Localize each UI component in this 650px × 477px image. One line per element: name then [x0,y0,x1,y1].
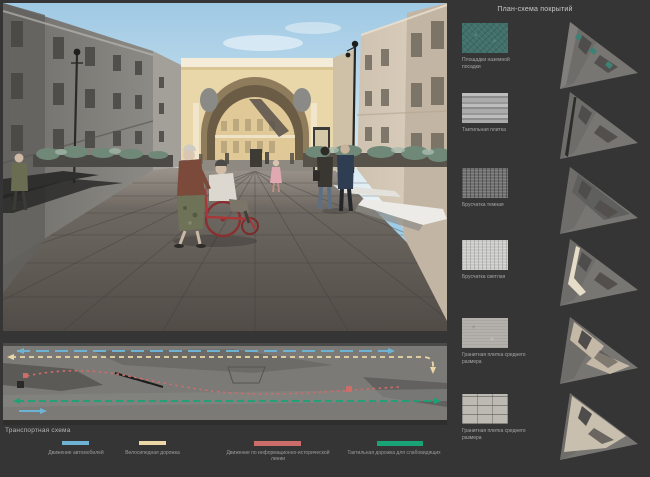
transport-scheme-title: Транспортная схема [5,427,71,434]
pavement-plan-title: План-схема покрытий [450,6,620,13]
plan-wedge [534,91,644,161]
material-label: Площадки наземной посадки [462,57,528,70]
material-swatch-granite-medium [462,318,508,348]
material-label: Гранитная плитка среднего размера [462,428,528,441]
legend-label-bicycle: Велосипедная дорожка [105,450,200,456]
render-scene [3,3,447,331]
material-swatch-granite-large [462,394,508,424]
legend-color-cars [62,441,89,445]
legend-color-historic [254,441,301,446]
plan-wedge [534,238,644,308]
material-swatch-tactile [462,93,508,123]
material-swatch-dark-cobble [462,168,508,198]
presentation-board: { "sidebar": { "title": "План-схема покр… [0,0,650,477]
material-label: Гранитная плитка среднего размера [462,352,528,365]
cloud [223,35,303,51]
plan-wedge [534,21,644,91]
arch-trophy [200,88,218,112]
legend-color-bicycle [139,441,166,445]
material-label: Брусчатка светлая [462,274,528,281]
plan-wedge [534,166,644,236]
plan-wedge [534,316,644,386]
plan-wedge [534,392,644,462]
material-swatch-planting [462,23,508,53]
material-label: Тактильная плитка [462,127,528,134]
material-swatch-light-cobble [462,240,508,270]
material-row-tactile: Тактильная плитка [450,93,650,165]
arch-trophy [293,88,311,112]
transport-scheme-svg [3,343,447,425]
material-label: Брусчатка темная [462,202,528,209]
transport-scheme-plan [3,343,447,425]
material-row-light-cobble: Брусчатка светлая [450,240,650,312]
street-perspective-render [3,3,447,331]
legend-color-tactile [377,441,423,446]
material-row-granite-medium: Гранитная плитка среднего размера [450,318,650,390]
cloud [285,22,341,34]
material-row-granite-large: Гранитная плитка среднего размера [450,394,650,466]
legend-label-historic: Движение по информационно-исторической л… [224,450,332,462]
legend-label-tactile: Тактильная дорожка для слабовидящих [340,450,448,456]
material-row-dark-cobble: Брусчатка темная [450,168,650,240]
arch-doorway [250,149,262,167]
material-row-planting: Площадки наземной посадки [450,23,650,95]
handbag [313,171,320,181]
